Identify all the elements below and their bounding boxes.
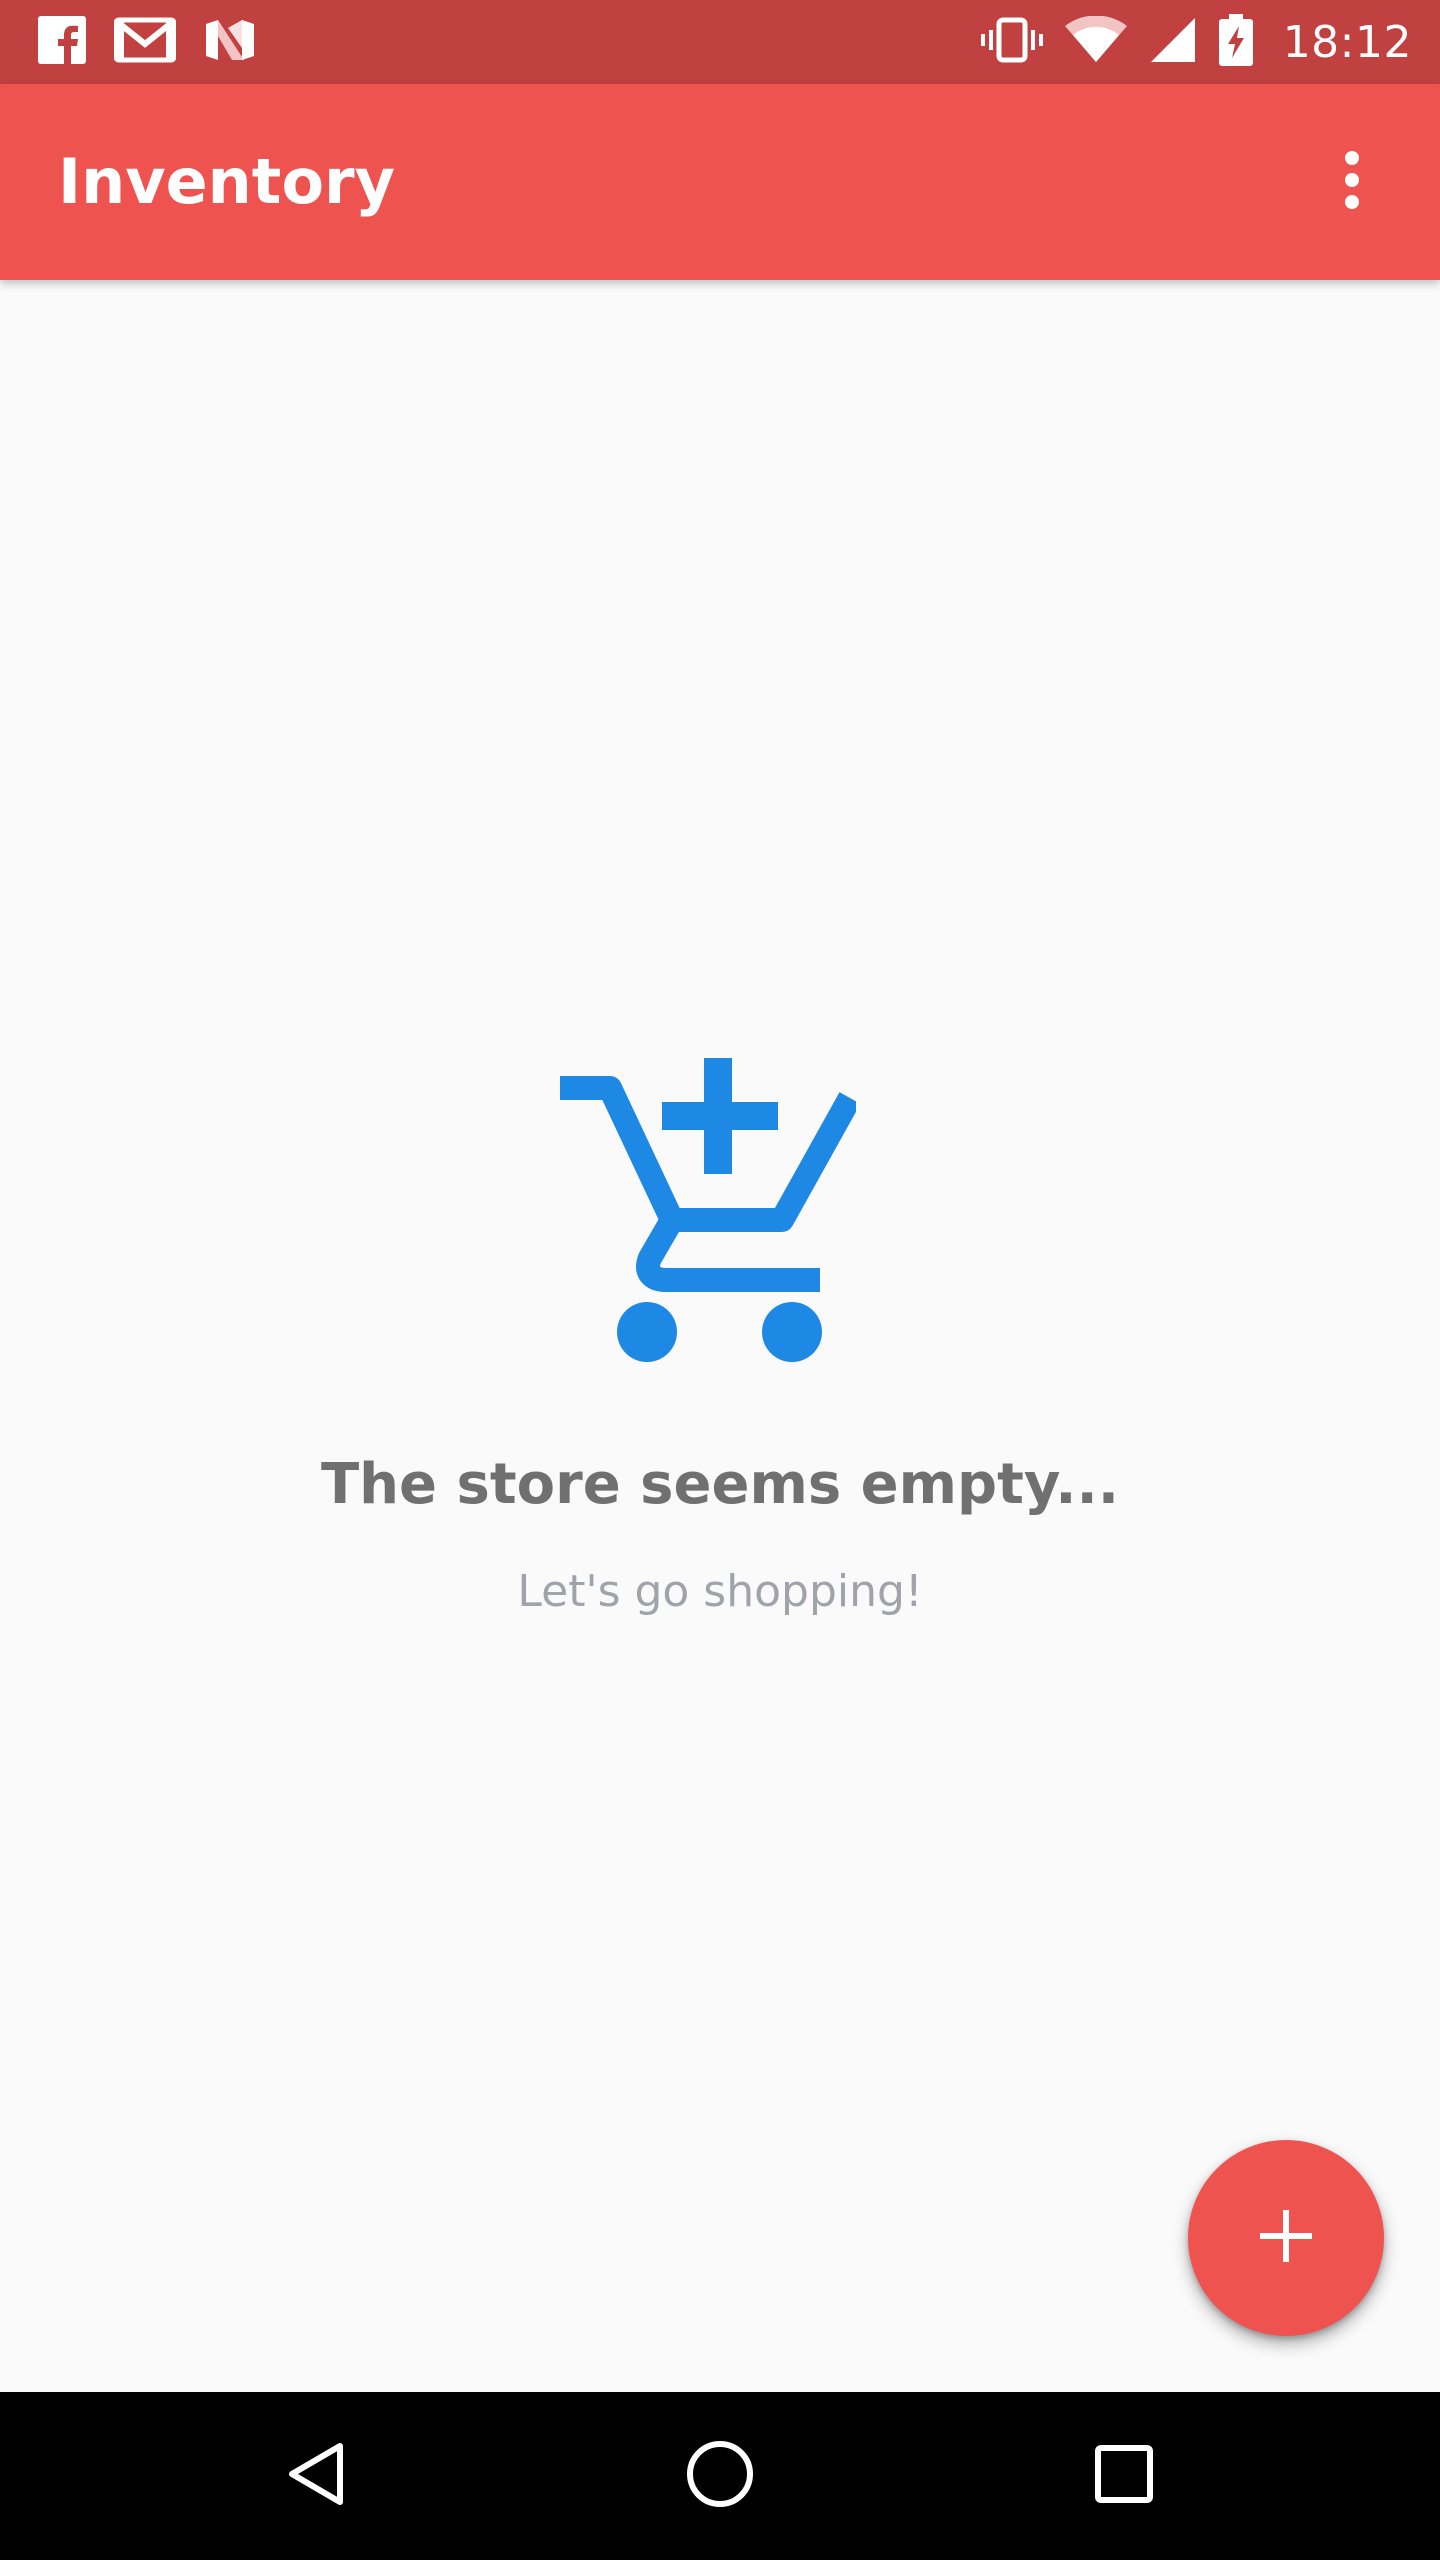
battery-charging-icon (1218, 14, 1253, 70)
empty-state-title: The store seems empty... (320, 1452, 1120, 1517)
system-status: 18:12 (980, 0, 1412, 84)
more-vert-icon (1342, 150, 1362, 214)
cell-signal-icon (1149, 16, 1197, 68)
plus-icon (1260, 2210, 1312, 2266)
recents-icon (1094, 2444, 1154, 2508)
status-bar: 18:12 (0, 0, 1440, 84)
wifi-icon (1064, 15, 1127, 68)
n-app-icon (204, 18, 256, 66)
gmail-icon (113, 16, 177, 68)
notification-icons (38, 0, 256, 84)
back-button[interactable] (256, 2416, 376, 2536)
navigation-bar (0, 2392, 1440, 2560)
app-bar: Inventory (0, 84, 1440, 280)
status-time: 18:12 (1282, 16, 1412, 68)
home-icon (685, 2439, 755, 2513)
overflow-menu-button[interactable] (1292, 122, 1412, 242)
add-item-fab[interactable] (1188, 2140, 1384, 2336)
app-title: Inventory (58, 145, 396, 218)
recents-button[interactable] (1064, 2416, 1184, 2536)
back-icon (284, 2440, 348, 2512)
empty-state-subtitle: Let's go shopping! (517, 1566, 923, 1617)
add-shopping-cart-icon (554, 1046, 861, 1366)
vibrate-icon (980, 16, 1043, 68)
facebook-icon (38, 16, 86, 68)
home-button[interactable] (660, 2416, 780, 2536)
